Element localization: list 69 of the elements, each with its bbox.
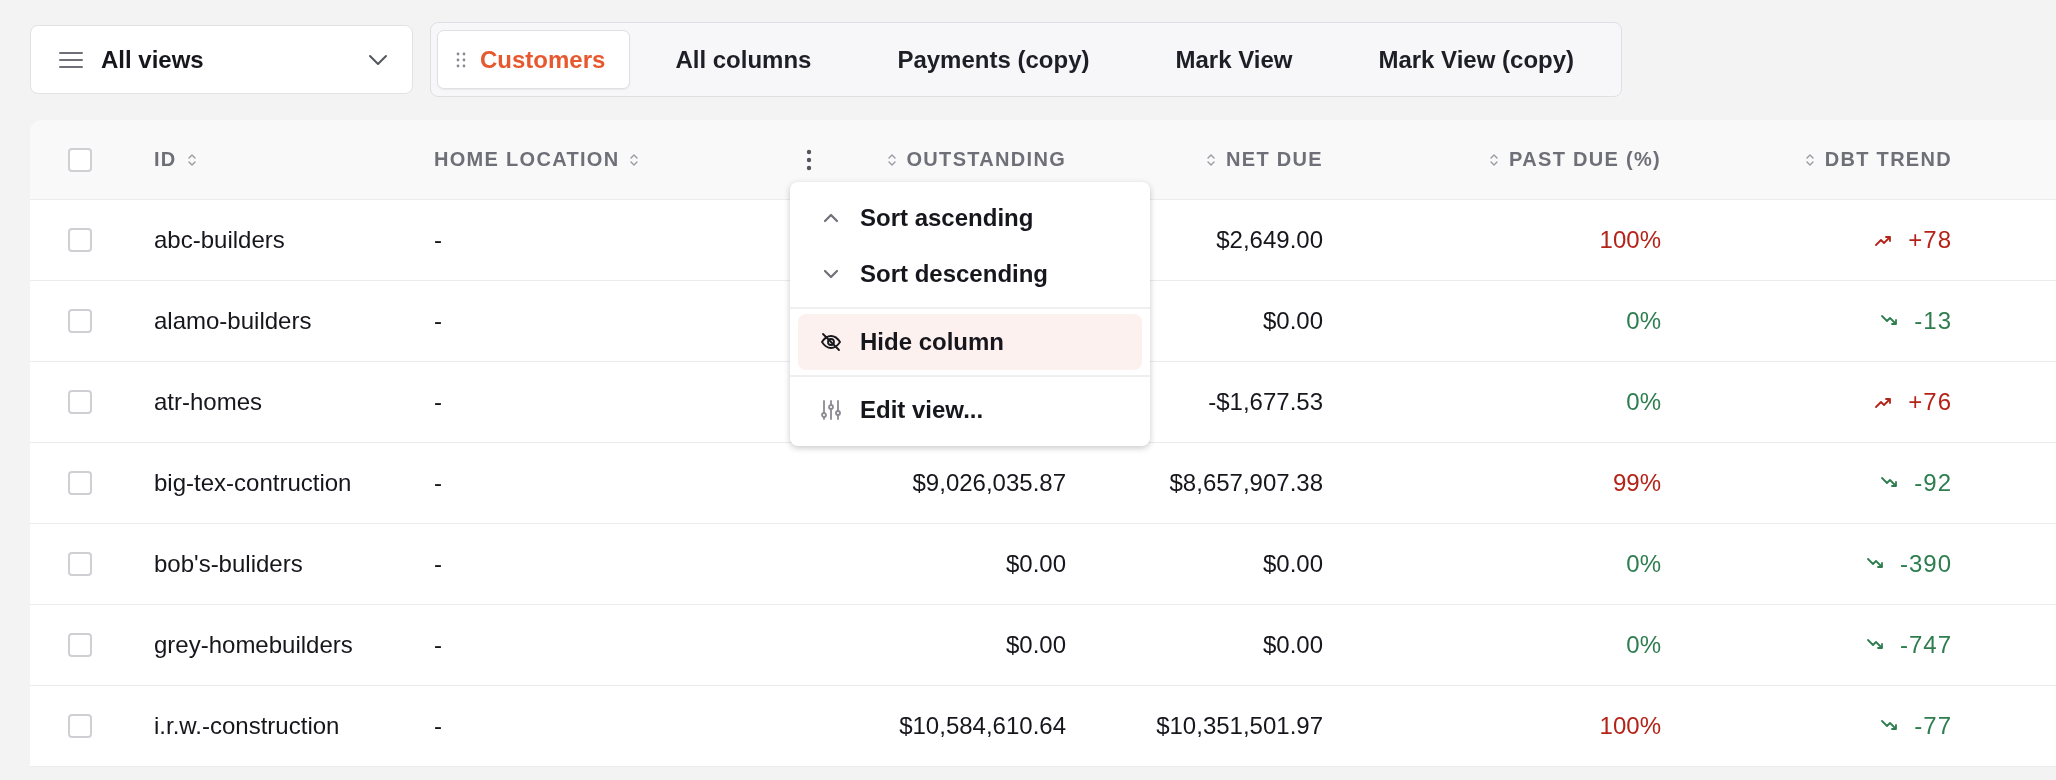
kebab-menu-icon[interactable] — [806, 148, 812, 171]
table-cell: $0.00 — [1005, 631, 1066, 659]
table-cell: -390 — [1899, 550, 1952, 578]
table-cell: 99% — [1612, 469, 1661, 497]
table-cell: -77 — [1914, 712, 1952, 740]
table-cell: 0% — [1626, 631, 1661, 659]
table-cell: -$1,677.53 — [1208, 388, 1323, 416]
view-tab[interactable]: Mark View — [1146, 30, 1322, 89]
table-cell: $8,657,907.38 — [1169, 469, 1323, 497]
view-tab[interactable]: Payments (copy) — [868, 30, 1119, 89]
table-cell: - — [434, 550, 442, 578]
select-all-checkbox[interactable] — [68, 147, 92, 172]
views-dropdown[interactable]: All views — [30, 25, 413, 94]
table-cell: - — [434, 712, 442, 740]
column-header[interactable]: PAST DUE (%) — [1509, 148, 1661, 171]
table-cell: 0% — [1626, 550, 1661, 578]
table-cell: - — [434, 226, 442, 254]
table-cell: $9,026,035.87 — [912, 469, 1066, 497]
table-cell: $0.00 — [1262, 631, 1323, 659]
table-cell: bob's-buliders — [154, 550, 303, 578]
table-cell: - — [434, 469, 442, 497]
table-cell: +78 — [1908, 226, 1952, 254]
view-tab[interactable]: Customers — [437, 30, 631, 89]
table-cell: $0.00 — [1262, 550, 1323, 578]
table-cell: i.r.w.-construction — [154, 712, 340, 740]
table-cell: 0% — [1626, 307, 1661, 335]
table-cell: - — [434, 307, 442, 335]
row-checkbox[interactable] — [68, 390, 92, 414]
view-tab[interactable]: All columns — [646, 30, 841, 89]
table-cell: big-tex-contruction — [154, 469, 352, 497]
column-header[interactable]: OUTSTANDING — [906, 148, 1066, 171]
table-cell: - — [434, 631, 442, 659]
menu-item[interactable]: Hide column — [798, 314, 1142, 370]
column-header[interactable]: NET DUE — [1226, 148, 1323, 171]
table-cell: atr-homes — [154, 388, 263, 416]
menu-item[interactable]: Sort ascending — [798, 190, 1142, 246]
table-cell: +76 — [1908, 388, 1952, 416]
column-header[interactable]: HOME LOCATION — [434, 148, 620, 171]
table-cell: $10,351,501.97 — [1156, 712, 1323, 740]
row-checkbox[interactable] — [68, 471, 92, 495]
column-header[interactable]: ID — [154, 148, 177, 171]
table-cell: 100% — [1599, 712, 1661, 740]
row-checkbox[interactable] — [68, 228, 92, 252]
table-cell: -747 — [1899, 631, 1952, 659]
row-checkbox[interactable] — [68, 309, 92, 333]
row-checkbox[interactable] — [68, 552, 92, 576]
menu-item[interactable]: Edit view... — [798, 382, 1142, 438]
table-cell: grey-homebuilders — [154, 631, 353, 659]
table-cell: -92 — [1914, 469, 1952, 497]
view-tab[interactable]: Mark View (copy) — [1349, 30, 1604, 89]
table-cell: $10,584,610.64 — [899, 712, 1066, 740]
drag-handle-icon[interactable] — [456, 51, 466, 68]
table-cell: alamo-builders — [154, 307, 312, 335]
table-cell: - — [434, 388, 442, 416]
table-cell: -13 — [1914, 307, 1952, 335]
table-cell: $2,649.00 — [1216, 226, 1323, 254]
sliders-icon — [820, 399, 842, 421]
menu-item[interactable]: Sort descending — [798, 246, 1142, 302]
chevron-down-icon — [368, 53, 388, 66]
table-cell: 0% — [1626, 388, 1661, 416]
menu-icon — [59, 50, 83, 69]
eye-off-icon — [820, 331, 842, 353]
table-cell: 100% — [1599, 226, 1661, 254]
table-cell: $0.00 — [1262, 307, 1323, 335]
row-checkbox[interactable] — [68, 714, 92, 738]
row-checkbox[interactable] — [68, 633, 92, 657]
column-header[interactable]: DBT TREND — [1824, 148, 1952, 171]
table-cell: $0.00 — [1005, 550, 1066, 578]
table-cell: abc-builders — [154, 226, 285, 254]
